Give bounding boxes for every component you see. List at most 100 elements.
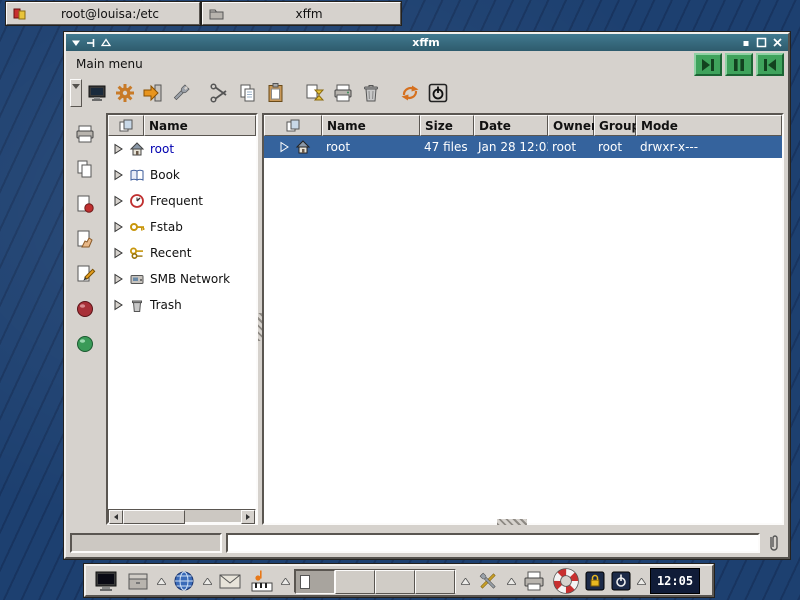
lock-launcher[interactable] [584, 567, 606, 595]
shade-icon[interactable] [101, 38, 111, 48]
tree-item-label[interactable]: Fstab [150, 220, 183, 234]
tree-item-trash[interactable]: Trash [108, 292, 256, 318]
window-menu-icon[interactable] [71, 38, 81, 48]
workspace-1-active[interactable] [295, 570, 335, 594]
goto-button[interactable] [140, 80, 166, 106]
tree-item-label[interactable]: root [150, 142, 174, 156]
music-launcher[interactable] [248, 567, 276, 595]
terminal-launcher[interactable] [92, 567, 120, 595]
scroll-right-arrow[interactable] [241, 510, 255, 524]
expander-icon[interactable] [112, 247, 124, 259]
titlebar[interactable]: xffm [66, 34, 788, 51]
pause-icon [731, 57, 747, 73]
expander-icon[interactable] [112, 221, 124, 233]
column-header-owner[interactable]: Owner [548, 115, 594, 136]
print-launcher[interactable] [520, 567, 548, 595]
open-module-button[interactable] [72, 226, 98, 252]
tree-item-label[interactable]: Recent [150, 246, 191, 260]
column-header-date[interactable]: Date [474, 115, 548, 136]
stick-icon[interactable] [86, 38, 96, 48]
minimize-button[interactable] [741, 38, 751, 48]
main-menu[interactable]: Main menu [76, 57, 143, 71]
bookmarks-module-button[interactable] [72, 191, 98, 217]
go-to-icon [142, 82, 164, 104]
documents-module-button[interactable] [72, 156, 98, 182]
workspace-2[interactable] [335, 570, 375, 594]
attach-button[interactable] [762, 533, 785, 553]
popup-chevron-icon[interactable] [202, 577, 212, 585]
green-ball-button[interactable] [72, 331, 98, 357]
expander-icon[interactable] [112, 143, 124, 155]
tree-item-frequent[interactable]: Frequent [108, 188, 256, 214]
tree-item-label[interactable]: Book [150, 168, 180, 182]
find-button[interactable] [302, 80, 328, 106]
resize-grip[interactable] [497, 519, 527, 525]
popup-chevron-icon[interactable] [280, 577, 290, 585]
close-button[interactable] [772, 37, 783, 48]
scroll-left-arrow[interactable] [109, 510, 123, 524]
printer-module-button[interactable] [72, 121, 98, 147]
pause-button[interactable] [725, 53, 753, 76]
module-strip [66, 109, 104, 529]
scrollbar-thumb[interactable] [123, 510, 185, 524]
seek-back-button[interactable] [756, 53, 784, 76]
mail-launcher[interactable] [216, 567, 244, 595]
popup-chevron-icon[interactable] [460, 577, 470, 585]
tree-item-fstab[interactable]: Fstab [108, 214, 256, 240]
key-icon [129, 219, 145, 235]
tree-item-root[interactable]: root [108, 136, 256, 162]
expander-icon[interactable] [112, 169, 124, 181]
toolbar-handle[interactable] [70, 79, 82, 107]
seek-forward-icon [700, 57, 716, 73]
column-header-name[interactable]: Name [322, 115, 420, 136]
tree-horizontal-scrollbar[interactable] [108, 509, 256, 523]
edit-module-button[interactable] [72, 261, 98, 287]
refresh-button[interactable] [397, 80, 423, 106]
tree-item-label[interactable]: SMB Network [150, 272, 230, 286]
delete-button[interactable] [358, 80, 384, 106]
tree-item-smb-network[interactable]: SMB Network [108, 266, 256, 292]
expander-icon[interactable] [278, 141, 290, 153]
location-entry[interactable] [226, 533, 760, 553]
tools-button[interactable] [168, 80, 194, 106]
web-browser-launcher[interactable] [170, 567, 198, 595]
tree-header-icon-cell[interactable] [108, 115, 144, 136]
taskbar-button-xffm[interactable]: xffm [202, 2, 401, 25]
terminal-icon [94, 569, 118, 593]
tree-item-label[interactable]: Frequent [150, 194, 203, 208]
file-header-icon-cell[interactable] [264, 115, 322, 136]
popup-chevron-icon[interactable] [636, 577, 646, 585]
column-header-mode[interactable]: Mode [636, 115, 782, 136]
new-window-button[interactable] [84, 80, 110, 106]
popup-chevron-icon[interactable] [156, 577, 166, 585]
green-ball-icon [74, 333, 96, 355]
column-header-size[interactable]: Size [420, 115, 474, 136]
tree-item-book[interactable]: Book [108, 162, 256, 188]
red-ball-button[interactable] [72, 296, 98, 322]
column-header-group[interactable]: Group [594, 115, 636, 136]
taskbar-button-terminal[interactable]: root@louisa:/etc [6, 2, 200, 25]
settings-launcher[interactable] [474, 567, 502, 595]
help-launcher[interactable] [552, 567, 580, 595]
file-row-root-selected[interactable]: root 47 files Jan 28 12:03 root root drw… [264, 136, 782, 158]
exit-button[interactable] [425, 80, 451, 106]
tree-item-recent[interactable]: Recent [108, 240, 256, 266]
maximize-button[interactable] [756, 37, 767, 48]
file-manager-launcher[interactable] [124, 567, 152, 595]
tree-header-name[interactable]: Name [144, 115, 256, 136]
copy-button[interactable] [235, 80, 261, 106]
workspace-4[interactable] [415, 570, 455, 594]
expander-icon[interactable] [112, 195, 124, 207]
cut-button[interactable] [207, 80, 233, 106]
settings-button[interactable] [112, 80, 138, 106]
workspace-3[interactable] [375, 570, 415, 594]
panel-clock[interactable]: 12:05 [650, 568, 700, 594]
paste-button[interactable] [263, 80, 289, 106]
tree-item-label[interactable]: Trash [150, 298, 182, 312]
popup-chevron-icon[interactable] [506, 577, 516, 585]
print-button[interactable] [330, 80, 356, 106]
expander-icon[interactable] [112, 299, 124, 311]
expander-icon[interactable] [112, 273, 124, 285]
power-launcher[interactable] [610, 567, 632, 595]
seek-forward-button[interactable] [694, 53, 722, 76]
